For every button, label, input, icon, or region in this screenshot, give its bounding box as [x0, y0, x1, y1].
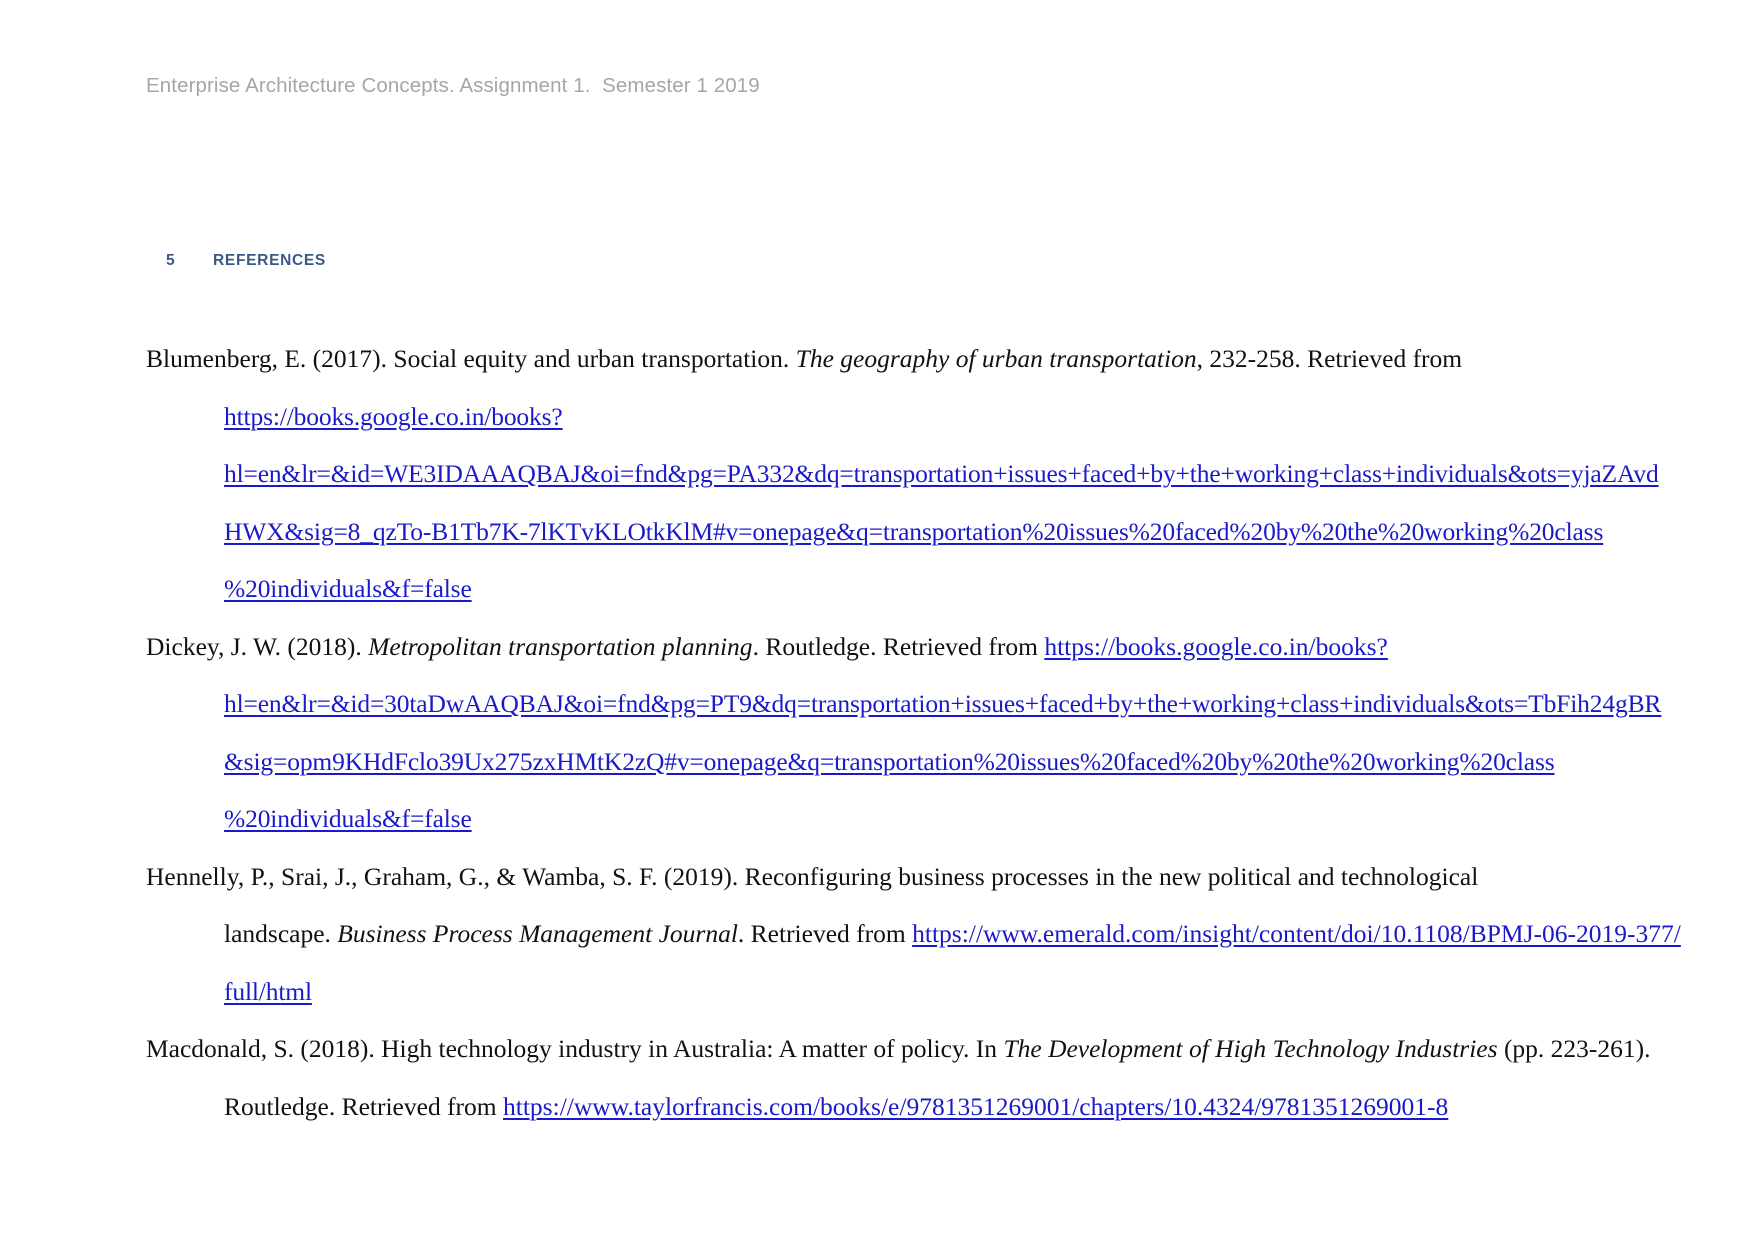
reference-link[interactable]: HWX&sig=8_qzTo-B1Tb7K-7lKTvKLOtkKlM#v=on…: [224, 517, 1603, 546]
reference-line: full/html: [146, 963, 1656, 1021]
reference-link[interactable]: full/html: [224, 977, 312, 1006]
reference-line: %20individuals&f=false: [146, 560, 1656, 618]
reference-line: HWX&sig=8_qzTo-B1Tb7K-7lKTvKLOtkKlM#v=on…: [146, 503, 1656, 561]
reference-entry: Hennelly, P., Srai, J., Graham, G., & Wa…: [146, 848, 1681, 1021]
reference-line: Blumenberg, E. (2017). Social equity and…: [146, 330, 1656, 388]
reference-link[interactable]: https://books.google.co.in/books?: [1044, 632, 1388, 661]
section-number: 5: [166, 252, 176, 269]
running-header: Enterprise Architecture Concepts. Assign…: [146, 74, 760, 97]
reference-text: (pp. 223-261).: [1497, 1034, 1651, 1063]
document-page: Enterprise Architecture Concepts. Assign…: [0, 0, 1754, 1241]
reference-text: landscape.: [224, 919, 338, 948]
reference-text: Blumenberg, E. (2017). Social equity and…: [146, 344, 796, 373]
reference-link[interactable]: https://www.taylorfrancis.com/books/e/97…: [503, 1092, 1448, 1121]
reference-text: . Routledge. Retrieved from: [752, 631, 1045, 661]
section-heading: 5 REFERENCES: [146, 234, 326, 288]
reference-text: . Retrieved from: [737, 919, 913, 948]
reference-line: Macdonald, S. (2018). High technology in…: [146, 1020, 1656, 1078]
reference-line: Hennelly, P., Srai, J., Graham, G., & Wa…: [146, 848, 1656, 906]
reference-link[interactable]: https://www.emerald.com/insight/content/…: [912, 919, 1681, 948]
reference-line: https://books.google.co.in/books?: [146, 388, 1656, 446]
reference-line: &sig=opm9KHdFclo39Ux275zxHMtK2zQ#v=onepa…: [146, 733, 1656, 791]
reference-text: Dickey, J. W. (2018).: [146, 631, 369, 661]
reference-line: hl=en&lr=&id=30taDwAAQBAJ&oi=fnd&pg=PT9&…: [146, 675, 1661, 733]
reference-title-italic: The Development of High Technology Indus…: [1003, 1034, 1498, 1063]
reference-list: Blumenberg, E. (2017). Social equity and…: [146, 330, 1681, 1135]
reference-text: Routledge. Retrieved from: [224, 1091, 504, 1121]
section-title: REFERENCES: [213, 252, 326, 269]
reference-link[interactable]: hl=en&lr=&id=30taDwAAQBAJ&oi=fnd&pg=PT9&…: [224, 689, 1661, 718]
reference-line: Dickey, J. W. (2018). Metropolitan trans…: [146, 618, 1656, 676]
reference-text: , 232-258. Retrieved from: [1196, 344, 1463, 373]
reference-entry: Dickey, J. W. (2018). Metropolitan trans…: [146, 618, 1661, 848]
reference-text: Hennelly, P., Srai, J., Graham, G., & Wa…: [146, 861, 1479, 891]
reference-title-italic: Metropolitan transportation planning: [368, 631, 753, 661]
reference-link[interactable]: &sig=opm9KHdFclo39Ux275zxHMtK2zQ#v=onepa…: [224, 747, 1555, 776]
reference-entry: Macdonald, S. (2018). High technology in…: [146, 1020, 1656, 1135]
reference-line: %20individuals&f=false: [146, 790, 1656, 848]
reference-title-italic: Business Process Management Journal: [337, 919, 738, 948]
reference-link[interactable]: https://books.google.co.in/books?: [224, 402, 563, 431]
reference-line: Routledge. Retrieved from https://www.ta…: [146, 1078, 1656, 1136]
reference-line: landscape. Business Process Management J…: [146, 905, 1681, 963]
reference-link[interactable]: %20individuals&f=false: [224, 574, 472, 603]
reference-title-italic: The geography of urban transportation: [795, 344, 1197, 373]
reference-link[interactable]: %20individuals&f=false: [224, 804, 472, 833]
reference-link[interactable]: hl=en&lr=&id=WE3IDAAAQBAJ&oi=fnd&pg=PA33…: [224, 459, 1659, 488]
reference-line: hl=en&lr=&id=WE3IDAAAQBAJ&oi=fnd&pg=PA33…: [146, 445, 1659, 503]
reference-entry: Blumenberg, E. (2017). Social equity and…: [146, 330, 1659, 618]
reference-text: Macdonald, S. (2018). High technology in…: [146, 1034, 1004, 1063]
